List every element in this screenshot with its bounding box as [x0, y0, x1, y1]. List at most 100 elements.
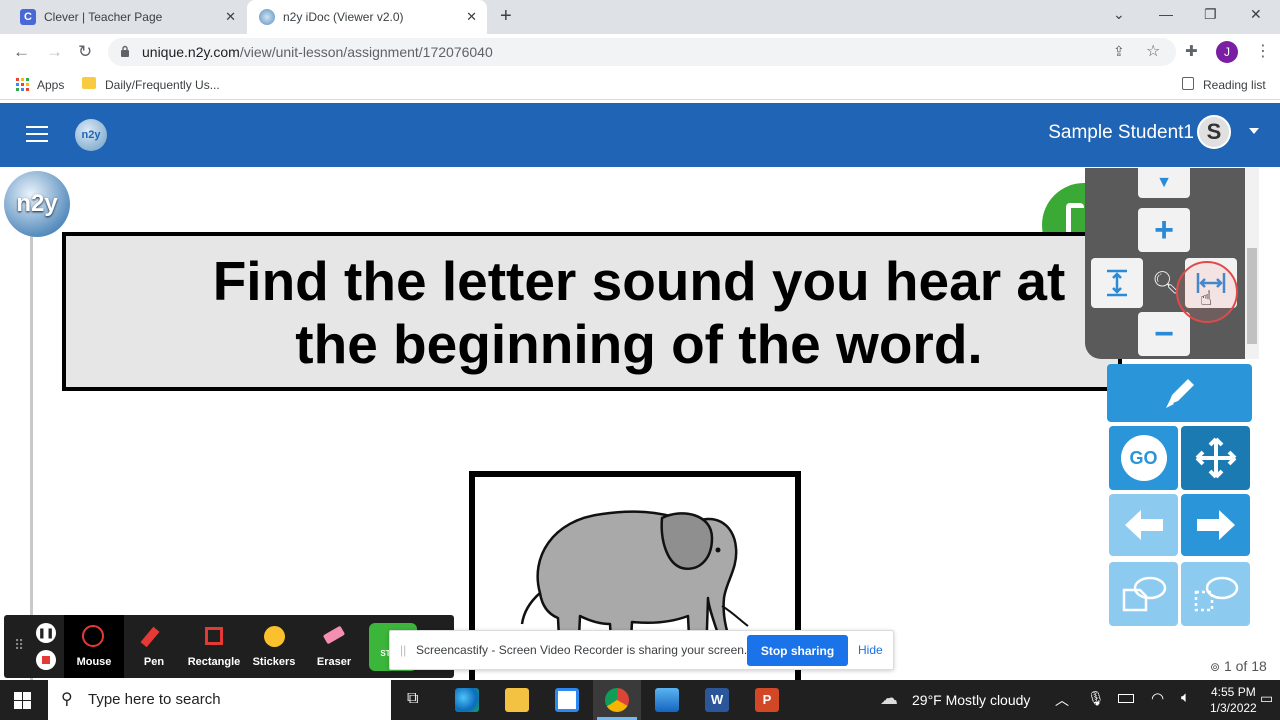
- go-button[interactable]: GO: [1109, 426, 1178, 490]
- reading-list-icon: [1182, 77, 1194, 90]
- stop-recording-icon[interactable]: [36, 650, 56, 670]
- cast-mouse-tool[interactable]: Mouse: [64, 615, 124, 678]
- notifications-icon[interactable]: ▭: [1260, 690, 1273, 707]
- smiley-sticker-icon: [264, 626, 285, 647]
- weather-text[interactable]: 29°F Mostly cloudy: [912, 692, 1030, 708]
- instruction-box: Find the letter sound you hear at the be…: [62, 232, 1122, 391]
- bookmark-apps[interactable]: Apps: [37, 78, 64, 92]
- cast-stickers-tool[interactable]: Stickers: [244, 615, 304, 678]
- fit-height-icon[interactable]: [1091, 258, 1143, 308]
- hand-cursor-icon: ☝: [1200, 288, 1213, 310]
- new-tab-plus-icon[interactable]: +: [500, 5, 512, 28]
- n2y-favicon-icon: [259, 9, 275, 25]
- microphone-icon[interactable]: 🎙︎: [1087, 690, 1105, 707]
- chrome-taskbar-item[interactable]: [593, 680, 641, 720]
- cast-rectangle-tool[interactable]: Rectangle: [184, 615, 244, 678]
- tab-search-chevron-icon[interactable]: ⌄: [1113, 6, 1125, 23]
- browser-toolbar: ← → ↻ unique.n2y.com/view/unit-lesson/as…: [0, 34, 1280, 70]
- cloud-weather-icon: ☁: [880, 688, 898, 708]
- battery-icon[interactable]: [1118, 694, 1134, 703]
- move-tool-button[interactable]: [1181, 426, 1250, 490]
- windows-start-icon[interactable]: [14, 692, 31, 709]
- hamburger-menu-icon[interactable]: [26, 126, 48, 142]
- dashed-speech-bubble-icon: [1194, 576, 1238, 612]
- scrollbar-thumb[interactable]: [1247, 248, 1257, 344]
- bookmark-folder[interactable]: Daily/Frequently Us...: [105, 78, 220, 92]
- app-header: n2y Sample Student1: [0, 103, 1280, 167]
- tray-expand-chevron-icon[interactable]: ︿: [1055, 690, 1069, 710]
- chrome-icon: [605, 688, 629, 712]
- screencastify-toolbar: ⠿ ❚❚ Mouse Pen Rectangle Stickers Eraser…: [4, 615, 454, 678]
- volume-icon[interactable]: 🔈︎: [1181, 689, 1190, 706]
- pause-icon[interactable]: ❚❚: [36, 623, 56, 643]
- user-name[interactable]: Sample Student1: [1048, 122, 1194, 144]
- word-icon[interactable]: W: [705, 688, 729, 712]
- reload-icon[interactable]: ↻: [78, 42, 92, 62]
- user-dropdown-caret-icon[interactable]: [1249, 128, 1259, 134]
- minimize-icon[interactable]: —: [1159, 6, 1173, 22]
- hide-banner-button[interactable]: Hide: [858, 643, 883, 657]
- zoom-in-plus-icon[interactable]: +: [1138, 208, 1190, 252]
- powerpoint-icon[interactable]: P: [755, 688, 779, 712]
- close-tab-icon[interactable]: ✕: [225, 9, 236, 25]
- cast-tool-label: Pen: [143, 656, 165, 668]
- window-close-icon[interactable]: ✕: [1250, 6, 1262, 23]
- tab-clever[interactable]: C Clever | Teacher Page ✕: [8, 0, 246, 34]
- forward-arrow-icon[interactable]: →: [46, 42, 63, 62]
- extensions-puzzle-icon[interactable]: ✚: [1185, 42, 1198, 60]
- clever-favicon-icon: C: [20, 9, 36, 25]
- close-tab-icon[interactable]: ✕: [466, 9, 477, 25]
- cast-eraser-tool[interactable]: Eraser: [304, 615, 364, 678]
- system-clock[interactable]: 4:55 PM 1/3/2022: [1210, 684, 1257, 716]
- address-bar[interactable]: unique.n2y.com/view/unit-lesson/assignme…: [108, 38, 1176, 66]
- user-avatar[interactable]: S: [1197, 115, 1231, 149]
- previous-page-button[interactable]: [1109, 494, 1178, 556]
- annotate-pen-button[interactable]: [1107, 364, 1252, 422]
- share-icon[interactable]: ⇪: [1113, 43, 1125, 60]
- n2y-document-logo: n2y: [4, 171, 70, 237]
- bookmarks-bar: Apps Daily/Frequently Us... Reading list: [0, 70, 1280, 100]
- photos-icon[interactable]: [655, 688, 679, 712]
- mouse-cursor-icon: [82, 625, 104, 647]
- next-page-button[interactable]: [1181, 494, 1250, 556]
- clock-date: 1/3/2022: [1210, 701, 1257, 715]
- speech-bubble-dashed-button[interactable]: [1181, 562, 1250, 626]
- back-arrow-icon[interactable]: ←: [13, 42, 30, 62]
- banner-grip-icon: ||: [400, 643, 407, 657]
- tab-title: n2y iDoc (Viewer v2.0): [283, 10, 404, 24]
- zoom-out-minus-icon[interactable]: −: [1138, 312, 1190, 356]
- right-arrow-icon: [1196, 510, 1235, 540]
- drag-handle-icon[interactable]: ⠿: [14, 637, 24, 654]
- go-label: GO: [1120, 435, 1167, 481]
- sharing-message: Screencastify - Screen Video Recorder is…: [416, 643, 748, 657]
- wifi-icon[interactable]: ◠: [1151, 689, 1164, 707]
- lock-icon: [121, 45, 129, 57]
- screen-sharing-banner: || Screencastify - Screen Video Recorder…: [389, 630, 894, 670]
- task-view-icon[interactable]: ⧉: [407, 690, 418, 708]
- collapse-chevron-icon[interactable]: ▼: [1138, 168, 1190, 198]
- speech-bubble-icon: [1122, 576, 1166, 612]
- cast-pen-tool[interactable]: Pen: [124, 615, 184, 678]
- browser-menu-icon[interactable]: ⋮: [1255, 41, 1271, 61]
- instruction-text: Find the letter sound you hear at the be…: [66, 250, 1212, 376]
- pen-tool-icon: [140, 626, 160, 648]
- profile-avatar[interactable]: J: [1216, 41, 1238, 63]
- tab-n2y-viewer[interactable]: n2y iDoc (Viewer v2.0) ✕: [247, 0, 487, 34]
- reading-list-button[interactable]: Reading list: [1203, 78, 1266, 92]
- cast-tool-label: Mouse: [76, 656, 112, 668]
- taskbar-search-box[interactable]: ⚲ Type here to search: [48, 680, 391, 720]
- url-host: unique.n2y.com: [142, 44, 240, 60]
- stop-sharing-button[interactable]: Stop sharing: [747, 635, 848, 666]
- apps-grid-icon: [16, 78, 29, 91]
- tab-title: Clever | Teacher Page: [44, 10, 163, 24]
- left-arrow-icon: [1124, 510, 1163, 540]
- restore-icon[interactable]: ❐: [1204, 6, 1217, 23]
- file-explorer-icon[interactable]: [505, 688, 529, 712]
- speech-bubble-solid-button[interactable]: [1109, 562, 1178, 626]
- page-indicator-text: 1 of 18: [1223, 658, 1267, 674]
- bookmark-star-icon[interactable]: ☆: [1146, 41, 1160, 61]
- edge-browser-icon[interactable]: [455, 688, 479, 712]
- n2y-logo[interactable]: n2y: [75, 119, 107, 151]
- microsoft-store-icon[interactable]: [555, 688, 579, 712]
- instruction-line-1: Find the letter sound you hear at: [212, 250, 1066, 312]
